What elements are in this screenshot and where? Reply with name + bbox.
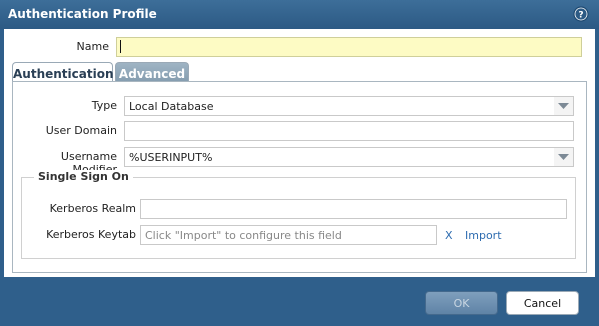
clear-keytab-link[interactable]: X: [445, 229, 453, 242]
authentication-profile-dialog: Authentication Profile ? Name Authentica…: [0, 0, 599, 326]
authentication-tab-panel: Type Local Database User Domain Username…: [12, 81, 587, 273]
help-icon[interactable]: ?: [573, 6, 589, 22]
svg-text:?: ?: [578, 11, 583, 21]
type-select[interactable]: Local Database: [124, 96, 574, 116]
type-label: Type: [91, 99, 117, 112]
user-domain-label: User Domain: [45, 124, 117, 137]
titlebar: Authentication Profile ?: [0, 0, 599, 29]
text-cursor: [120, 40, 121, 53]
chevron-down-icon: [558, 154, 569, 160]
single-sign-on-title: Single Sign On: [34, 170, 133, 183]
name-input[interactable]: [116, 37, 582, 57]
kerberos-realm-input[interactable]: [140, 199, 567, 219]
kerberos-keytab-label: Kerberos Keytab: [46, 228, 136, 241]
import-keytab-link[interactable]: Import: [465, 229, 502, 242]
ok-button[interactable]: OK: [425, 291, 498, 315]
chevron-down-icon: [558, 103, 569, 109]
type-select-value: Local Database: [124, 96, 555, 116]
single-sign-on-group: Single Sign On Kerberos Realm Kerberos K…: [21, 170, 576, 259]
kerberos-keytab-input[interactable]: Click "Import" to configure this field: [140, 225, 437, 245]
cancel-button[interactable]: Cancel: [506, 291, 579, 315]
username-modifier-select[interactable]: %USERINPUT%: [124, 147, 574, 167]
username-modifier-dropdown-button[interactable]: [554, 147, 574, 167]
username-modifier-value: %USERINPUT%: [124, 147, 555, 167]
dialog-title: Authentication Profile: [8, 7, 157, 21]
name-label: Name: [76, 40, 109, 53]
kerberos-realm-label: Kerberos Realm: [49, 202, 136, 215]
type-dropdown-button[interactable]: [554, 96, 574, 116]
user-domain-input[interactable]: [124, 121, 574, 141]
